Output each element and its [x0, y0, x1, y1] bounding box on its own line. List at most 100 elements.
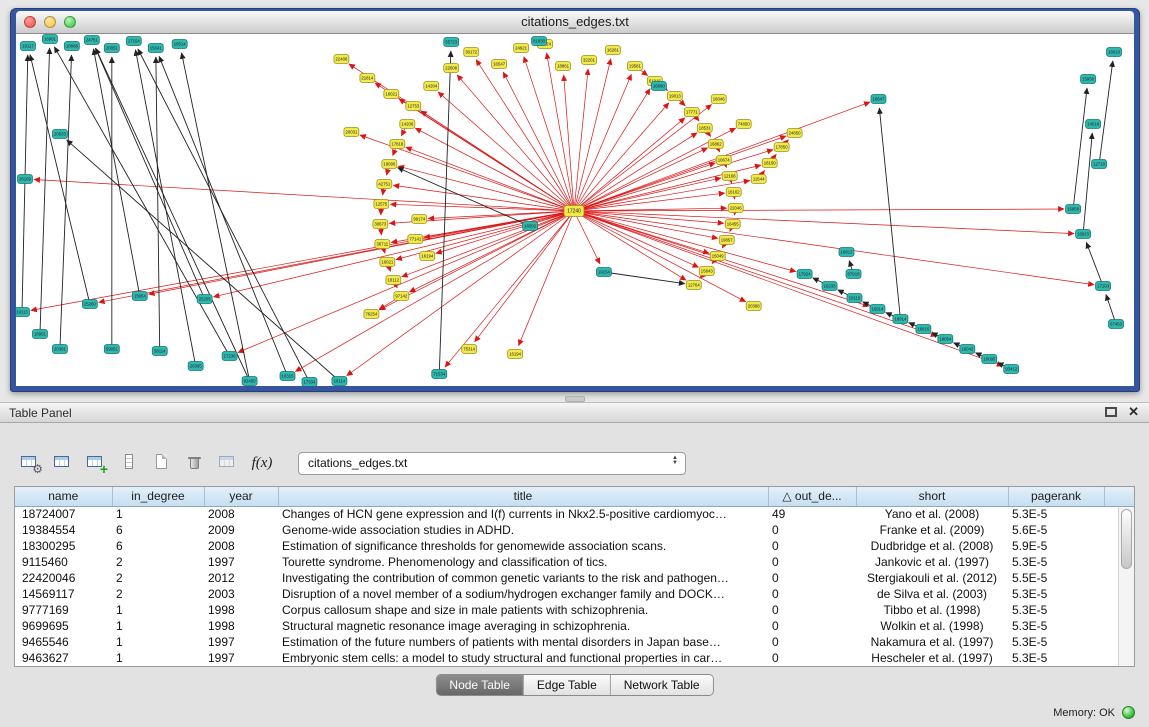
svg-text:14204: 14204: [425, 84, 438, 89]
create-column-button[interactable]: [82, 450, 110, 476]
cell-name: 19384554: [15, 522, 112, 538]
svg-text:16610: 16610: [1108, 50, 1121, 55]
svg-text:25260: 25260: [84, 302, 97, 307]
svg-text:16914: 16914: [872, 307, 885, 312]
network-canvas[interactable]: 1724022408218141602112753142042260830172…: [16, 34, 1134, 386]
svg-text:18951: 18951: [34, 332, 47, 337]
panel-splitter[interactable]: [0, 392, 1149, 402]
cell-pagerank: 5.3E-5: [1008, 602, 1104, 618]
table-row[interactable]: 1830029562008Estimation of significance …: [15, 538, 1134, 554]
table-row[interactable]: 1938455462009Genome-wide association stu…: [15, 522, 1134, 538]
svg-text:15958: 15958: [1067, 207, 1080, 212]
svg-text:59051: 59051: [106, 347, 119, 352]
delete-columns-button[interactable]: [181, 450, 209, 476]
import-table-button[interactable]: [214, 450, 242, 476]
delete-columns-icon: [185, 453, 205, 471]
window-titlebar[interactable]: citations_edges.txt: [16, 11, 1134, 34]
table-row[interactable]: 1456911722003Disruption of a novel membe…: [15, 586, 1134, 602]
svg-text:20031: 20031: [345, 130, 358, 135]
tab-node-table[interactable]: Node Table: [436, 675, 524, 695]
svg-text:19514: 19514: [174, 42, 187, 47]
row-height-button[interactable]: [115, 450, 143, 476]
cell-out-de-: 0: [768, 522, 856, 538]
cell-in-degree: 2: [112, 570, 204, 586]
svg-text:12575: 12575: [375, 202, 388, 207]
cell-short: Hescheler et al. (1997): [856, 650, 1008, 666]
svg-text:22608: 22608: [445, 66, 458, 71]
cell-in-degree: 2: [112, 554, 204, 570]
svg-text:19857: 19857: [721, 238, 734, 243]
node-table: namein_degreeyeartitle△ out_de...shortpa…: [14, 486, 1135, 667]
svg-text:16901: 16901: [44, 37, 57, 42]
column-header-year[interactable]: year: [204, 487, 278, 506]
cell-out-de-: 0: [768, 586, 856, 602]
toolbar-buttons: f(x): [16, 450, 282, 476]
svg-text:16021: 16021: [385, 92, 398, 97]
table-scrollbar[interactable]: [1118, 507, 1134, 666]
svg-text:17240: 17240: [567, 209, 581, 215]
table-row[interactable]: 2242004622012Investigating the contribut…: [15, 570, 1134, 586]
table-source-select[interactable]: citations_edges.txt ▲▼: [298, 452, 686, 475]
table-row[interactable]: 1872400712008Changes of HCN gene express…: [15, 506, 1134, 522]
table-mode-button[interactable]: [16, 450, 44, 476]
column-header-filler: [1104, 487, 1134, 506]
column-header-in-degree[interactable]: in_degree: [112, 487, 204, 506]
cell-short: Wolkin et al. (1998): [856, 618, 1008, 634]
close-panel-icon[interactable]: ✕: [1128, 404, 1139, 420]
show-columns-button[interactable]: [49, 450, 77, 476]
tab-edge-table[interactable]: Edge Table: [524, 675, 611, 695]
float-panel-icon[interactable]: [1105, 407, 1117, 417]
table-row[interactable]: 969969511998Structural magnetic resonanc…: [15, 618, 1134, 634]
cell-pagerank: 5.3E-5: [1008, 554, 1104, 570]
column-header-out-de-[interactable]: △ out_de...: [768, 487, 856, 506]
table-row[interactable]: 946554611997Estimation of the future num…: [15, 634, 1134, 650]
cell-title: Embryonic stem cells: a model to study s…: [278, 650, 768, 666]
column-header-pagerank[interactable]: pagerank: [1008, 487, 1104, 506]
cell-pagerank: 5.3E-5: [1008, 506, 1104, 522]
cell-title: Tourette syndrome. Phenomenology and cla…: [278, 554, 768, 570]
import-table-icon: [218, 453, 238, 471]
svg-text:24751: 24751: [86, 38, 99, 43]
table-row[interactable]: 977716911998Corpus callosum shape and si…: [15, 602, 1134, 618]
cell-in-degree: 1: [112, 618, 204, 634]
svg-text:17154: 17154: [128, 39, 141, 44]
svg-text:16046: 16046: [713, 97, 726, 102]
cell-out-de-: 0: [768, 538, 856, 554]
svg-text:20533: 20533: [54, 132, 67, 137]
svg-text:42751: 42751: [378, 182, 391, 187]
cell-name: 9465546: [15, 634, 112, 650]
cell-in-degree: 1: [112, 602, 204, 618]
cell-name: 9699695: [15, 618, 112, 634]
table-row[interactable]: 911546021997Tourette syndrome. Phenomeno…: [15, 554, 1134, 570]
svg-text:16647: 16647: [873, 97, 886, 102]
column-header-title[interactable]: title: [278, 487, 768, 506]
svg-text:15956: 15956: [1082, 77, 1095, 82]
svg-text:76254: 76254: [365, 312, 378, 317]
cell-out-de-: 0: [768, 618, 856, 634]
new-table-button[interactable]: [148, 450, 176, 476]
column-header-short[interactable]: short: [856, 487, 1008, 506]
memory-status-label: Memory: OK: [1053, 707, 1115, 719]
scrollbar-thumb[interactable]: [1121, 509, 1132, 569]
cell-in-degree: 1: [112, 650, 204, 666]
table-row[interactable]: 946362711997Embryonic stem cells: a mode…: [15, 650, 1134, 666]
cell-name: 22420046: [15, 570, 112, 586]
tab-network-table[interactable]: Network Table: [611, 675, 713, 695]
cell-title: Investigating the contribution of common…: [278, 570, 768, 586]
cell-pagerank: 5.5E-5: [1008, 570, 1104, 586]
svg-text:18531: 18531: [699, 126, 712, 131]
cell-year: 2003: [204, 586, 278, 602]
svg-text:25205: 25205: [199, 297, 212, 302]
svg-text:18095: 18095: [983, 357, 996, 362]
svg-text:16690: 16690: [653, 84, 666, 89]
table-panel-body: f(x) citations_edges.txt ▲▼ namein_degre…: [0, 423, 1149, 727]
svg-text:93412: 93412: [1005, 367, 1018, 372]
svg-text:16042: 16042: [961, 347, 974, 352]
svg-text:24921: 24921: [515, 46, 528, 51]
network-window: citations_edges.txt 17240224082181416021…: [10, 8, 1140, 392]
svg-text:97142: 97142: [395, 294, 408, 299]
function-builder-button[interactable]: f(x): [247, 450, 277, 476]
column-header-name[interactable]: name: [15, 487, 112, 506]
cell-name: 9463627: [15, 650, 112, 666]
network-graph[interactable]: 1724022408218141602112753142042260830172…: [16, 34, 1134, 386]
